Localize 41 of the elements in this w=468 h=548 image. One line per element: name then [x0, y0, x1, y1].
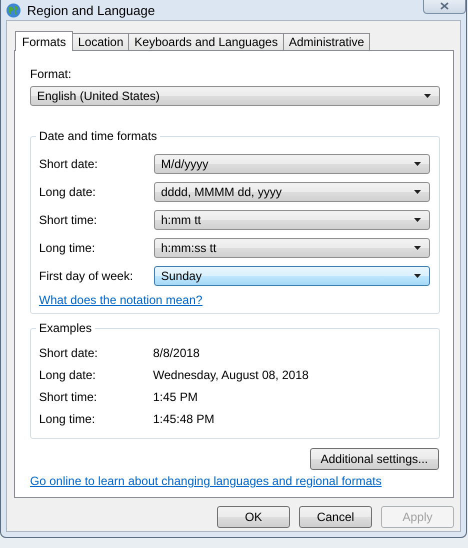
field-label: Format:: [30, 67, 72, 81]
dialog-button[interactable]: Cancel: [299, 506, 372, 528]
caret-icon: [424, 94, 431, 98]
example-label: Short date:: [39, 346, 99, 360]
example-value: Wednesday, August 08, 2018: [153, 367, 309, 383]
group-title: Examples: [36, 321, 95, 335]
help-link[interactable]: What does the notation mean?: [39, 293, 202, 307]
example-value: 1:45 PM: [153, 389, 198, 405]
field-label: Long date:: [39, 185, 97, 199]
field-label: Short date:: [39, 157, 99, 171]
example-value: 8/8/2018: [153, 345, 200, 361]
example-label: Long time:: [39, 412, 96, 426]
dialog-button[interactable]: OK: [217, 506, 290, 528]
field-label: Short time:: [39, 213, 98, 227]
window-title: Region and Language: [27, 2, 155, 18]
dropdown[interactable]: h:mm tt: [154, 210, 430, 230]
dropdown[interactable]: M/d/yyyy: [154, 154, 430, 174]
example-label: Short time:: [39, 390, 98, 404]
caret-icon: [414, 218, 421, 222]
dropdown[interactable]: dddd, MMMM dd, yyyy: [154, 182, 430, 202]
example-value: 1:45:48 PM: [153, 411, 214, 427]
example-label: Long date:: [39, 368, 97, 382]
group-title: Date and time formats: [36, 129, 160, 143]
close-button[interactable]: [423, 0, 466, 14]
tab[interactable]: Location: [72, 33, 130, 50]
close-icon: [440, 2, 449, 10]
caret-icon: [414, 274, 421, 278]
dropdown[interactable]: English (United States): [30, 86, 440, 106]
online-link[interactable]: Go online to learn about changing languages and regional formats: [30, 474, 382, 488]
tab[interactable]: Administrative: [282, 33, 370, 50]
caret-icon: [414, 190, 421, 194]
field-label: First day of week:: [39, 269, 134, 283]
tab[interactable]: Keyboards and Languages: [128, 33, 284, 50]
globe-icon: [6, 2, 21, 18]
field-label: Long time:: [39, 241, 96, 255]
caret-icon: [414, 162, 421, 166]
caret-icon: [414, 246, 421, 250]
additional-settings-button[interactable]: Additional settings...: [310, 448, 439, 470]
tab[interactable]: Formats: [15, 31, 74, 51]
dropdown[interactable]: Sunday: [154, 266, 430, 286]
dropdown[interactable]: h:mm:ss tt: [154, 238, 430, 258]
